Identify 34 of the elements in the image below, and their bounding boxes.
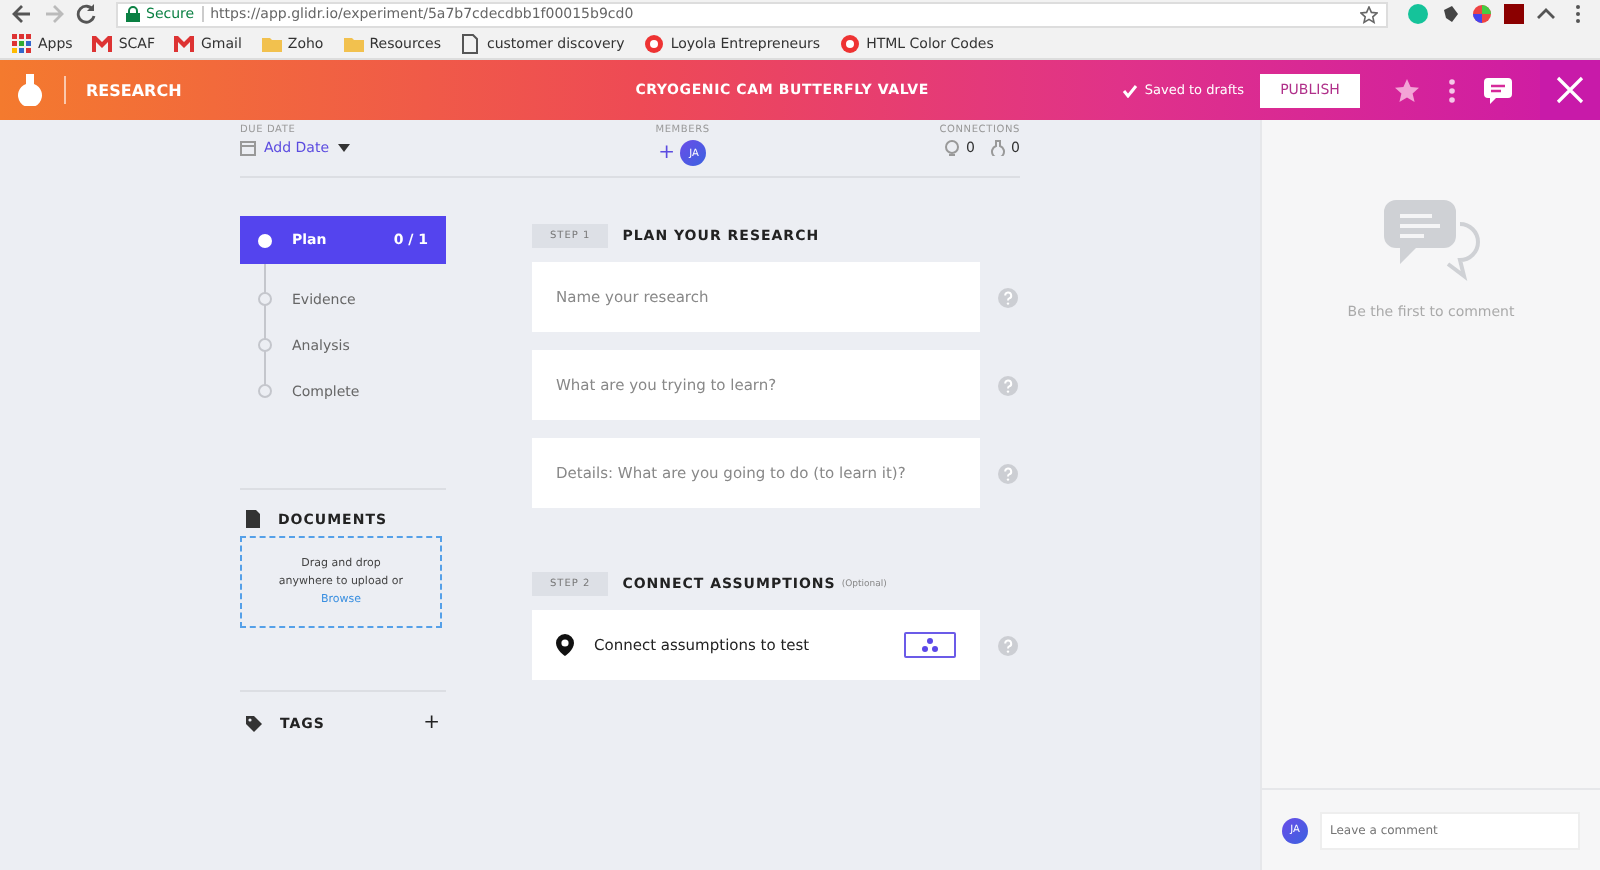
add-member-button[interactable]: + — [658, 143, 675, 163]
chat-icon[interactable] — [1484, 77, 1512, 103]
more-icon[interactable] — [1448, 77, 1456, 103]
add-tag-button[interactable]: + — [423, 712, 446, 734]
mail-icon — [174, 33, 195, 53]
apps-grid-icon — [12, 33, 32, 53]
section-title: RESEARCH — [86, 81, 182, 99]
mail-icon — [92, 33, 113, 53]
site-icon — [644, 33, 665, 53]
flask-icon — [16, 74, 44, 106]
connect-button[interactable] — [904, 632, 956, 658]
check-icon — [1122, 83, 1139, 97]
flask-icon — [989, 140, 1006, 156]
pin-icon — [556, 634, 574, 656]
extension-icon[interactable] — [1472, 4, 1492, 24]
star-icon — [1360, 5, 1378, 23]
tag-icon — [246, 715, 262, 731]
reload-icon — [76, 4, 96, 24]
page-icon — [460, 33, 481, 53]
back-arrow-icon — [12, 4, 32, 24]
chat-bubbles-icon — [1383, 200, 1479, 284]
nodes-icon — [922, 638, 938, 652]
lock-icon — [126, 6, 140, 22]
calendar-icon — [240, 140, 256, 156]
folder-icon — [343, 33, 364, 53]
bulb-icon — [944, 140, 961, 156]
caret-icon — [337, 144, 350, 152]
forward-arrow-icon — [44, 4, 64, 24]
document-icon — [246, 510, 260, 528]
close-button[interactable] — [1540, 60, 1600, 120]
star-icon[interactable] — [1394, 77, 1420, 103]
folder-icon — [261, 33, 282, 53]
close-icon — [1556, 76, 1584, 104]
site-icon — [840, 33, 861, 53]
